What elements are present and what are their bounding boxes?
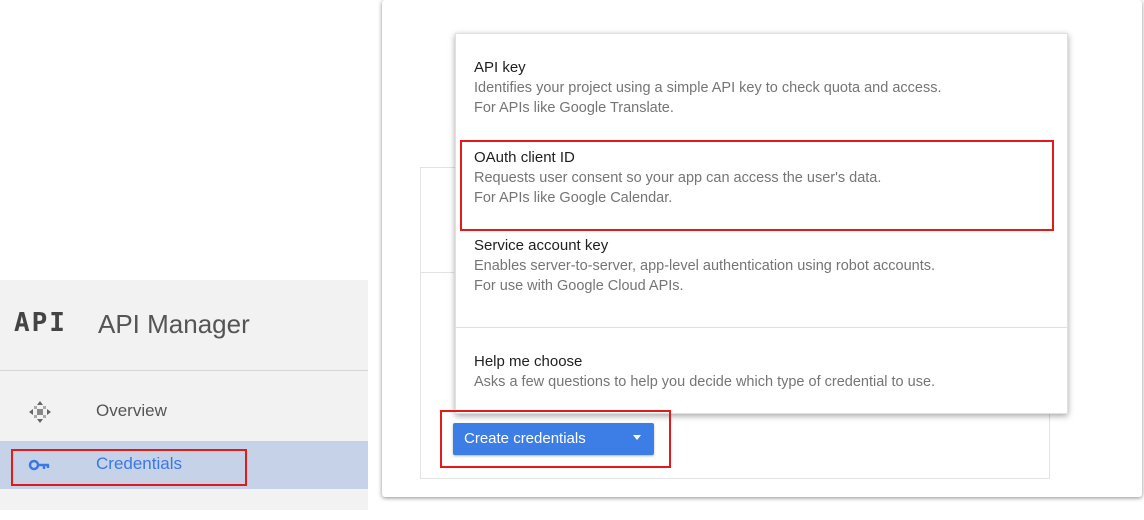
menu-item-description: Asks a few questions to help you decide … [474, 374, 936, 390]
card-divider [420, 272, 454, 273]
page-title: API Manager [98, 309, 250, 339]
highlight-box-oauth [460, 140, 1054, 231]
menu-item-description: Enables server-to-server, app-level auth… [474, 258, 936, 274]
menu-item-title: Help me choose [474, 353, 583, 370]
menu-item-help-me-choose[interactable]: Help me choose Asks a few questions to h… [474, 352, 1064, 392]
menu-item-service-account-key[interactable]: Service account key Enables server-to-se… [474, 236, 1064, 296]
menu-item-title: API key [474, 59, 526, 76]
sidebar-item-label: Overview [96, 401, 167, 420]
menu-item-description: For APIs like Google Translate. [474, 100, 674, 116]
sidebar-item-overview[interactable]: Overview [0, 388, 368, 436]
sidebar-header: API API Manager [0, 280, 368, 371]
menu-item-description: Identifies your project using a simple A… [474, 80, 942, 96]
overview-icon [28, 400, 52, 424]
highlight-box-credentials [11, 449, 247, 486]
highlight-box-create-credentials [440, 410, 671, 468]
menu-item-title: Service account key [474, 237, 609, 254]
menu-item-description: For use with Google Cloud APIs. [474, 278, 684, 294]
menu-item-api-key[interactable]: API key Identifies your project using a … [474, 58, 1064, 118]
api-logo: API [14, 308, 67, 338]
menu-divider [456, 327, 1067, 328]
